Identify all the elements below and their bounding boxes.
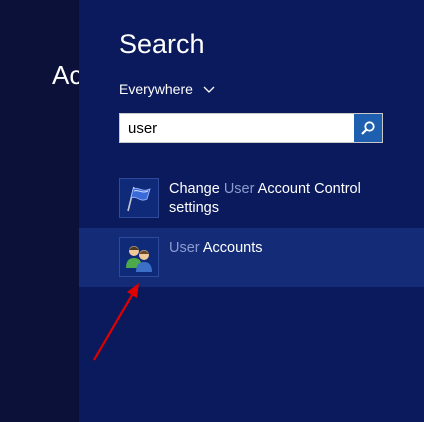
search-button[interactable] [354, 114, 382, 142]
result-label: Change User Account Control settings [169, 181, 361, 216]
background-title: Ac [52, 60, 79, 90]
chevron-down-icon [203, 86, 215, 93]
search-scope-label: Everywhere [119, 81, 193, 97]
search-input[interactable] [120, 114, 354, 142]
search-scope-dropdown[interactable]: Everywhere [119, 81, 215, 97]
result-label: User Accounts [169, 240, 263, 256]
users-icon [119, 237, 159, 277]
search-heading: Search [119, 29, 205, 59]
search-icon [361, 121, 375, 135]
search-charm-panel: Search Everywhere Change User Account Co… [79, 0, 424, 422]
flag-icon [119, 178, 159, 218]
search-result-user-accounts[interactable]: User Accounts [79, 228, 424, 287]
search-result-user-account-control[interactable]: Change User Account Control settings [79, 178, 424, 224]
search-box [119, 113, 383, 143]
